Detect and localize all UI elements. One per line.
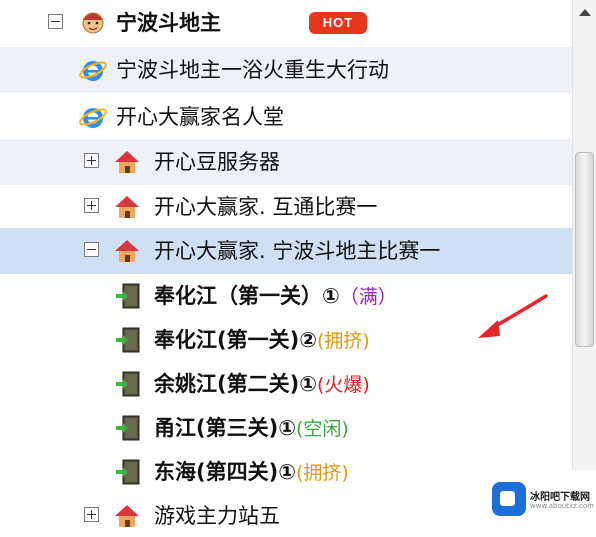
room-row[interactable]: 余姚江(第二关)①(火爆) <box>0 361 572 407</box>
room-status: (空闲) <box>295 418 349 440</box>
expand-toggle[interactable] <box>84 507 99 522</box>
watermark-url: www.aboutxz.com <box>530 502 594 510</box>
door-icon <box>116 459 140 485</box>
room-label: 奉化江(第一关)②(拥挤) <box>154 328 370 352</box>
door-icon <box>116 371 140 397</box>
collapse-toggle[interactable] <box>48 14 63 29</box>
watermark-logo: 冰阳吧下载网 www.aboutxz.com <box>484 470 596 537</box>
node-label: 宁波斗地主一浴火重生大行动 <box>116 58 389 82</box>
node-label: 开心大赢家. 宁波斗地主比赛一 <box>154 239 441 263</box>
tree-node-link[interactable]: 宁波斗地主一浴火重生大行动 <box>0 47 572 93</box>
site-logo-icon <box>492 482 526 516</box>
vertical-scrollbar[interactable] <box>572 0 596 537</box>
door-icon <box>116 327 140 353</box>
room-status: (火爆) <box>316 374 370 396</box>
node-label: 开心大赢家. 互通比赛一 <box>154 195 378 219</box>
hot-badge: HOT <box>309 12 367 34</box>
room-label: 奉化江（第一关）①（满） <box>154 284 397 308</box>
ie-browser-icon <box>79 108 107 128</box>
tree-node-group[interactable]: 开心豆服务器 <box>0 139 572 185</box>
server-tree: 宁波斗地主 HOT 宁波斗地主一浴火重生大行动 开心大赢家名人堂 开心豆服务器 <box>0 0 572 537</box>
expand-toggle[interactable] <box>84 153 99 168</box>
house-icon <box>115 151 139 173</box>
room-label: 东海(第四关)①(拥挤) <box>154 460 349 484</box>
room-row[interactable]: 甬江(第三关)①(空闲) <box>0 405 572 451</box>
root-label: 宁波斗地主 <box>116 11 221 35</box>
room-status: （满） <box>339 286 397 308</box>
tree-node-group-selected[interactable]: 开心大赢家. 宁波斗地主比赛一 <box>0 228 572 274</box>
expand-toggle[interactable] <box>84 198 99 213</box>
watermark-name: 冰阳吧下载网 <box>530 492 590 503</box>
tree-node-group[interactable]: 开心大赢家. 互通比赛一 <box>0 184 572 230</box>
tree-node-root[interactable]: 宁波斗地主 HOT <box>0 0 572 46</box>
node-label: 开心豆服务器 <box>154 150 280 174</box>
house-icon <box>115 505 139 527</box>
player-avatar-icon <box>82 12 104 34</box>
room-label: 甬江(第三关)①(空闲) <box>154 416 349 440</box>
node-label: 游戏主力站五 <box>154 504 280 528</box>
scroll-thumb[interactable] <box>575 152 594 347</box>
house-icon <box>115 240 139 262</box>
red-arrow-annotation <box>478 294 548 338</box>
ie-browser-icon <box>79 61 107 81</box>
room-status: (拥挤) <box>295 462 349 484</box>
room-label: 余姚江(第二关)①(火爆) <box>154 372 370 396</box>
room-status: (拥挤) <box>316 330 370 352</box>
house-icon <box>115 196 139 218</box>
door-icon <box>116 283 140 309</box>
door-icon <box>116 415 140 441</box>
node-label: 开心大赢家名人堂 <box>116 105 284 129</box>
tree-node-link[interactable]: 开心大赢家名人堂 <box>0 94 572 140</box>
scroll-up-arrow-icon[interactable] <box>573 0 596 26</box>
collapse-toggle[interactable] <box>84 242 99 257</box>
